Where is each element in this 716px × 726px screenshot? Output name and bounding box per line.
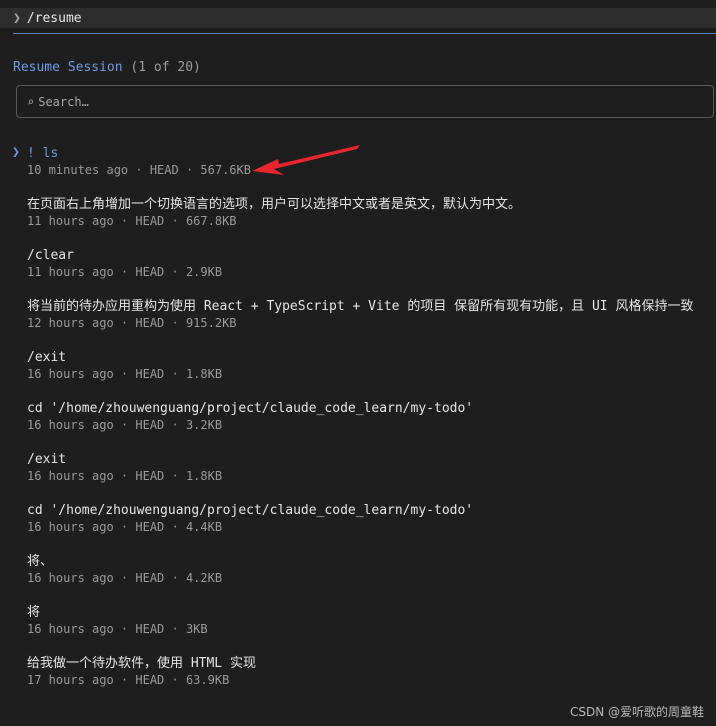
watermark: CSDN @爱听歌的周童鞋 [569, 705, 704, 719]
session-title: /exit [27, 452, 67, 467]
session-title: 将 [27, 605, 41, 620]
divider [13, 33, 716, 34]
session-meta: 12 hours ago · HEAD · 915.2KB [27, 316, 237, 330]
session-title: cd '/home/zhouwenguang/project/claude_co… [27, 401, 474, 416]
session-item[interactable]: /clear 11 hours ago · HEAD · 2.9KB [0, 245, 716, 296]
search-input[interactable] [38, 94, 639, 109]
dialog-title-label: Resume Session [13, 60, 123, 75]
session-meta: 11 hours ago · HEAD · 2.9KB [27, 265, 223, 279]
session-meta: 11 hours ago · HEAD · 667.8KB [27, 214, 237, 228]
session-title: 将、 [27, 554, 54, 569]
session-meta: 16 hours ago · HEAD · 4.4KB [27, 520, 223, 534]
prompt-chevron-icon: ❯ [13, 10, 21, 26]
session-item[interactable]: cd '/home/zhouwenguang/project/claude_co… [0, 398, 716, 449]
session-item[interactable]: ❯ ! ls 10 minutes ago · HEAD · 567.6KB [0, 143, 716, 194]
session-title: /exit [27, 350, 67, 365]
session-meta: 16 hours ago · HEAD · 1.8KB [27, 469, 223, 483]
session-meta: 16 hours ago · HEAD · 4.2KB [27, 571, 223, 585]
session-count: (1 of 20) [130, 60, 201, 75]
session-title: 在页面右上角增加一个切换语言的选项，用户可以选择中文或者是英文，默认为中文。 [27, 197, 522, 212]
session-meta: 17 hours ago · HEAD · 63.9KB [27, 673, 230, 687]
search-icon: ⌕ [27, 94, 35, 109]
session-title: ! ls [27, 146, 59, 161]
session-item[interactable]: 将当前的待办应用重构为使用 React + TypeScript + Vite … [0, 296, 716, 347]
session-item[interactable]: /exit 16 hours ago · HEAD · 1.8KB [0, 449, 716, 500]
session-item[interactable]: /exit 16 hours ago · HEAD · 1.8KB [0, 347, 716, 398]
session-list: ❯ ! ls 10 minutes ago · HEAD · 567.6KB 在页面右… [0, 143, 716, 704]
session-item[interactable]: 将 16 hours ago · HEAD · 3KB [0, 602, 716, 653]
session-meta: 10 minutes ago · HEAD · 567.6KB [27, 163, 251, 177]
session-title: 给我做一个待办软件，使用 HTML 实现 [27, 656, 256, 671]
session-meta: 16 hours ago · HEAD · 3KB [27, 622, 208, 636]
command-text: /resume [26, 10, 82, 26]
session-title: cd '/home/zhouwenguang/project/claude_co… [27, 503, 474, 518]
session-title: /clear [27, 248, 74, 263]
session-meta: 16 hours ago · HEAD · 1.8KB [27, 367, 223, 381]
session-item[interactable]: cd '/home/zhouwenguang/project/claude_co… [0, 500, 716, 551]
search-box[interactable]: ⌕ [16, 85, 714, 118]
session-item[interactable]: 给我做一个待办软件，使用 HTML 实现 17 hours ago · HEAD … [0, 653, 716, 704]
session-title: 将当前的待办应用重构为使用 React + TypeScript + Vite … [27, 299, 694, 314]
session-item[interactable]: 将、 16 hours ago · HEAD · 4.2KB [0, 551, 716, 602]
selected-chevron-icon: ❯ [12, 145, 20, 160]
dialog-title: Resume Session (1 of 20) [13, 60, 201, 75]
session-meta: 16 hours ago · HEAD · 3.2KB [27, 418, 223, 432]
command-bar: ❯ /resume [0, 8, 716, 28]
session-item[interactable]: 在页面右上角增加一个切换语言的选项，用户可以选择中文或者是英文，默认为中文。 11… [0, 194, 716, 245]
